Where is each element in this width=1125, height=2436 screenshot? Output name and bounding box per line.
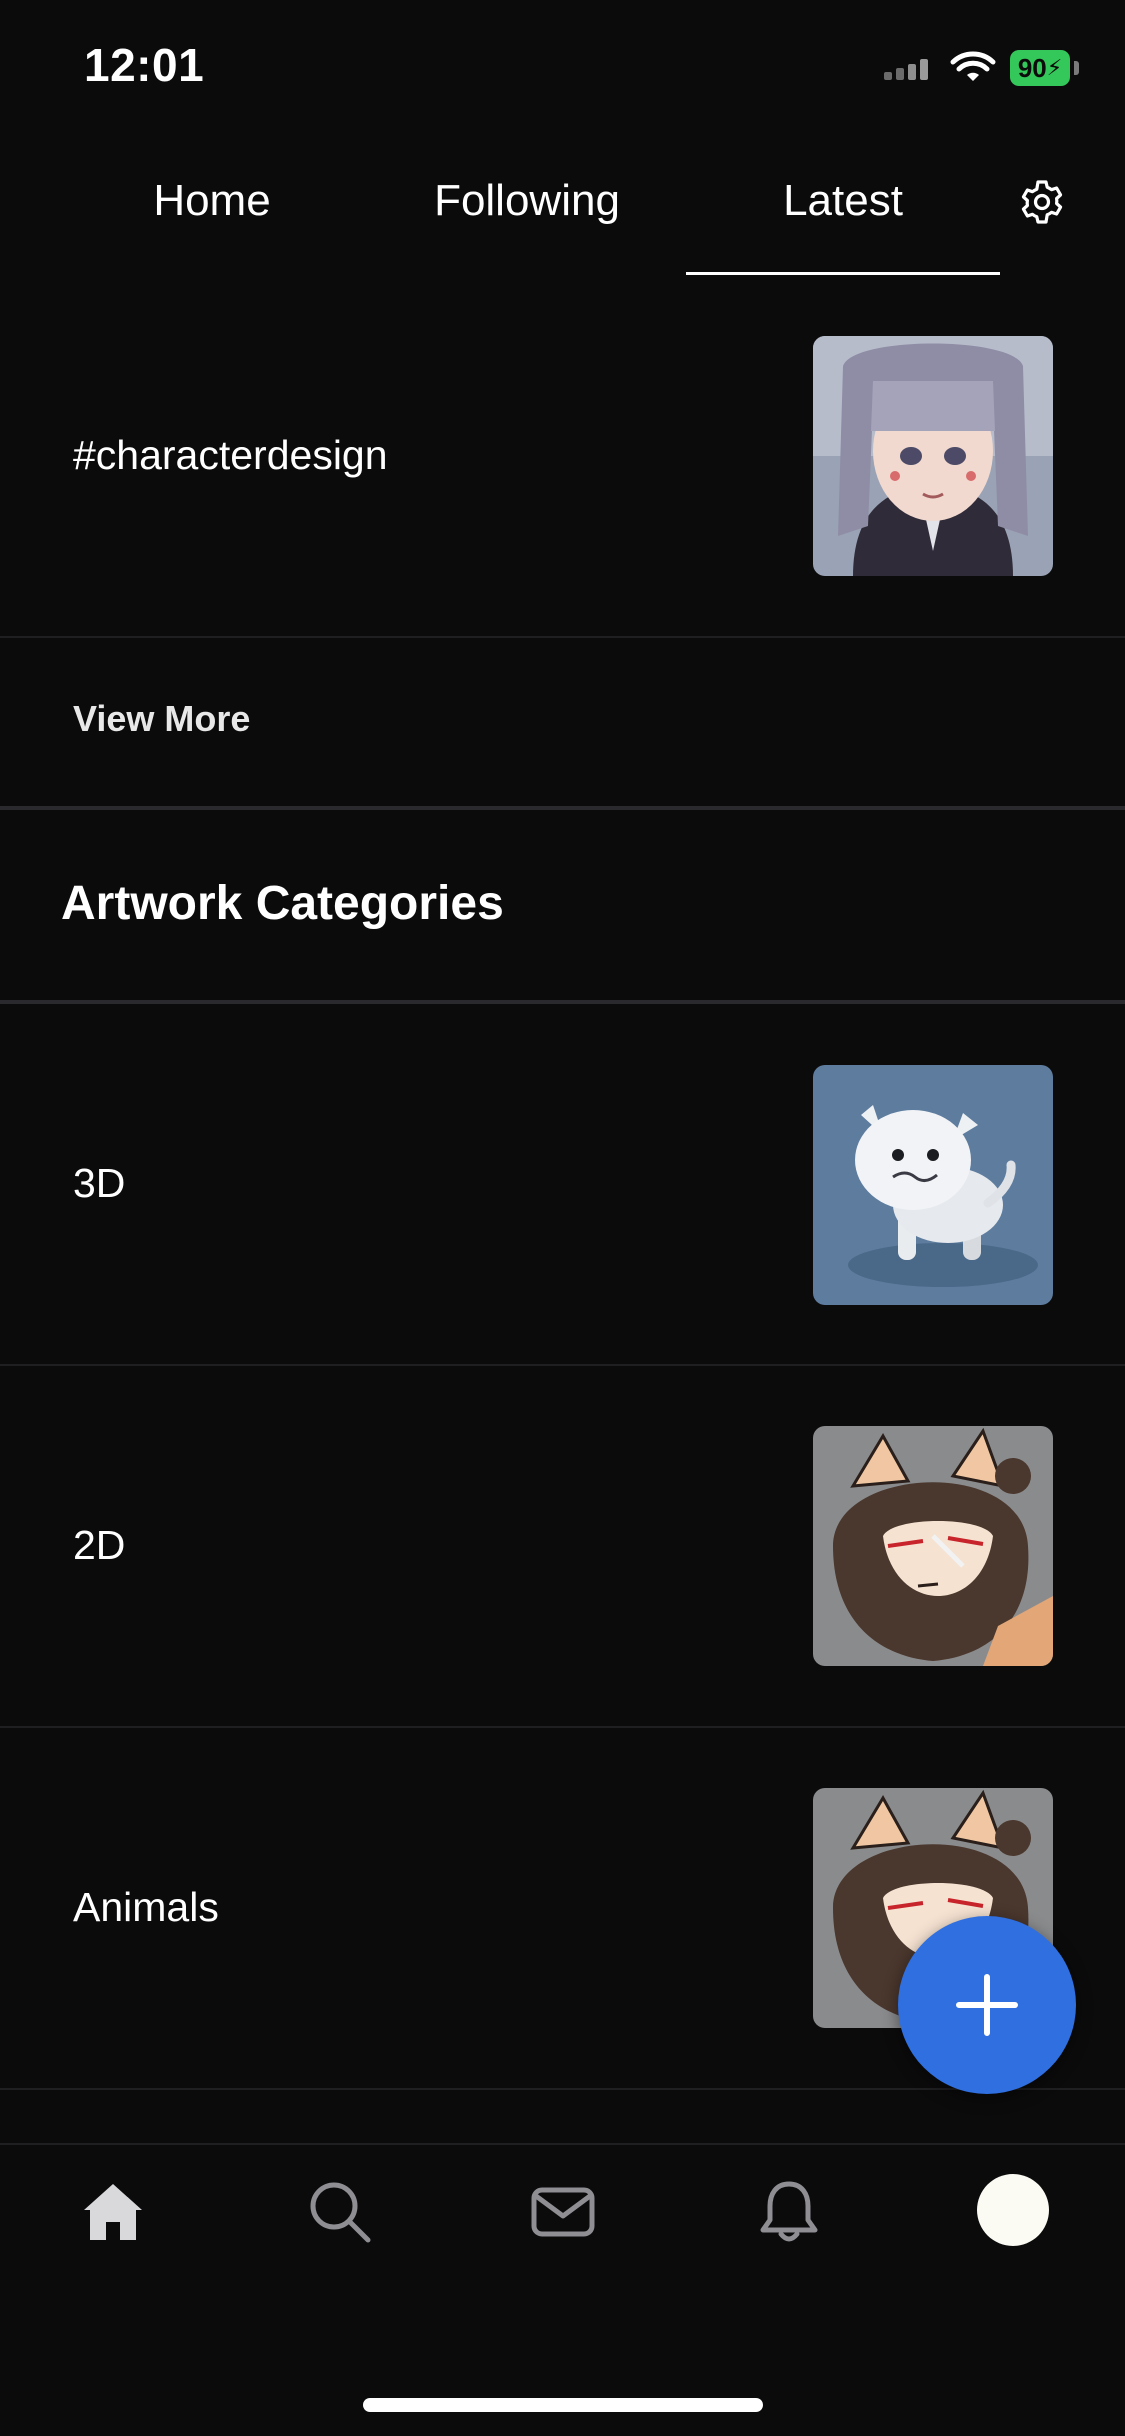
home-indicator [363, 2398, 763, 2412]
status-time: 12:01 [84, 39, 205, 91]
category-label-3d[interactable]: 3D [73, 1160, 125, 1207]
category-thumbnail-3d[interactable] [813, 1065, 1053, 1305]
search-icon[interactable] [304, 2176, 374, 2246]
mail-icon[interactable] [528, 2176, 598, 2246]
active-tab-indicator [686, 272, 1000, 275]
create-post-button[interactable] [898, 1916, 1076, 2094]
category-thumbnail-2d[interactable] [813, 1426, 1053, 1666]
gear-icon[interactable] [1018, 178, 1066, 226]
avatar[interactable] [977, 2174, 1049, 2246]
divider [0, 1726, 1125, 1728]
tab-home[interactable]: Home [140, 176, 284, 226]
status-icons: 90 ⚡ [884, 48, 1079, 88]
plus-icon [956, 1974, 1018, 2036]
section-title: Artwork Categories [61, 877, 504, 930]
bell-icon[interactable] [754, 2176, 824, 2246]
tab-following[interactable]: Following [420, 176, 634, 226]
category-label-animals[interactable]: Animals [73, 1884, 219, 1931]
view-more-link[interactable]: View More [73, 698, 250, 740]
tab-latest[interactable]: Latest [756, 176, 930, 226]
cellular-signal-icon [884, 59, 928, 80]
bottom-nav-border [0, 2143, 1125, 2145]
battery-level: 90 [1017, 52, 1047, 83]
battery-icon: 90 ⚡ [1010, 50, 1070, 86]
category-label-2d[interactable]: 2D [73, 1522, 125, 1569]
divider [0, 1364, 1125, 1366]
home-icon[interactable] [78, 2176, 148, 2246]
battery-cap [1074, 61, 1079, 75]
wifi-icon [950, 51, 996, 81]
divider [0, 806, 1125, 810]
divider [0, 636, 1125, 638]
tag-row-label[interactable]: #characterdesign [73, 432, 388, 479]
tag-row-thumbnail[interactable] [813, 336, 1053, 576]
divider [0, 1000, 1125, 1004]
